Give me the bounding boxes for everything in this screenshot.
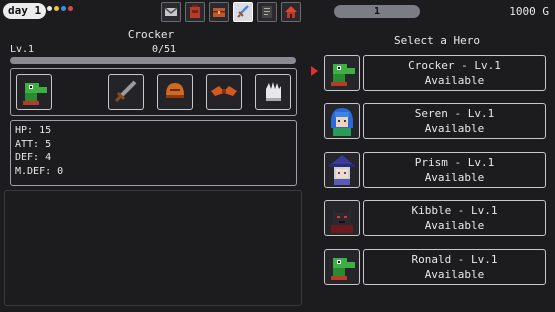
- stat-magic-defense: M.DEF: 0: [15, 165, 64, 177]
- hero-portrait-slot[interactable]: [16, 74, 52, 110]
- day-counter: day 1: [3, 3, 47, 19]
- wing-armor-icon: [211, 86, 237, 96]
- stats-panel: HP: 15 ATT: 5 DEF: 4 M.DEF: 0: [10, 120, 297, 186]
- stat-attack: ATT: 5: [15, 138, 52, 150]
- hero-portrait: [324, 249, 360, 285]
- detail-area-frame: [4, 190, 302, 306]
- hero-card[interactable]: Ronald - Lv.1 Available: [363, 249, 546, 285]
- status-dot-white: [47, 6, 52, 11]
- notebook-icon: [262, 6, 272, 18]
- hero-name-title: Crocker: [127, 28, 175, 41]
- hero-card-name: Ronald - Lv.1: [411, 253, 498, 266]
- hero-card-status: Available: [424, 122, 485, 135]
- hero-card[interactable]: Kibble - Lv.1 Available: [363, 200, 546, 236]
- tab-storage[interactable]: [209, 2, 229, 22]
- crocodile-portrait-icon: [23, 83, 47, 105]
- blue-hair-portrait-icon: [331, 108, 353, 136]
- dark-beast-portrait-icon: [331, 207, 353, 233]
- tab-town[interactable]: [281, 2, 301, 22]
- hero-portrait: [324, 103, 360, 139]
- tab-mail[interactable]: [161, 2, 181, 22]
- hero-card-status: Available: [424, 219, 485, 232]
- hero-xp-text: 0/51: [152, 44, 177, 55]
- status-dot-blue: [61, 6, 66, 11]
- selection-arrow-icon: [311, 66, 318, 76]
- helmet-icon: [166, 83, 184, 98]
- hero-card-name: Crocker - Lv.1: [408, 59, 501, 72]
- top-bar: day 1 1 1000 G: [0, 0, 555, 24]
- hero-card-status: Available: [424, 268, 485, 281]
- sword-icon: [237, 5, 249, 18]
- hero-list-item-ronald[interactable]: Ronald - Lv.1 Available: [324, 249, 546, 285]
- menu-tabs: [161, 2, 301, 22]
- equipment-slot-helmet[interactable]: [157, 74, 193, 110]
- sword-icon: [114, 80, 137, 103]
- equipment-slot-armor[interactable]: [206, 74, 242, 110]
- house-icon: [285, 6, 297, 18]
- equipment-slot-weapon[interactable]: [108, 74, 144, 110]
- hero-card-status: Available: [424, 74, 485, 87]
- select-hero-title: Select a Hero: [393, 34, 481, 47]
- chest-icon: [213, 8, 225, 17]
- hero-card-name: Prism - Lv.1: [414, 156, 495, 169]
- hero-list-item-kibble[interactable]: Kibble - Lv.1 Available: [324, 200, 546, 236]
- glove-icon: [266, 82, 281, 101]
- hero-list-item-prism[interactable]: Prism - Lv.1 Available: [324, 152, 546, 188]
- crocodile-portrait-icon: [331, 64, 355, 86]
- backpack-icon: [190, 5, 200, 18]
- tab-inventory[interactable]: [185, 2, 205, 22]
- witch-portrait-icon: [329, 155, 355, 185]
- status-dot-red: [68, 6, 73, 11]
- crocodile-portrait-icon: [331, 258, 355, 280]
- hero-card[interactable]: Crocker - Lv.1 Available: [363, 55, 546, 91]
- tab-heroes[interactable]: [233, 2, 253, 22]
- hero-level: Lv.1: [10, 44, 35, 55]
- hero-card-name: Kibble - Lv.1: [411, 204, 498, 217]
- mail-icon: [164, 7, 178, 16]
- hero-card[interactable]: Seren - Lv.1 Available: [363, 103, 546, 139]
- hero-portrait: [324, 152, 360, 188]
- equipment-panel: [10, 68, 297, 116]
- status-dot-yellow: [54, 6, 59, 11]
- hero-xp-bar: [10, 57, 296, 64]
- hero-portrait: [324, 200, 360, 236]
- day-progress-bar: 1: [334, 5, 420, 18]
- gold-counter: 1000 G: [509, 5, 549, 18]
- hero-portrait: [324, 55, 360, 91]
- stat-hp: HP: 15: [15, 125, 52, 136]
- hero-list-item-crocker[interactable]: Crocker - Lv.1 Available: [324, 55, 546, 91]
- hero-list-item-seren[interactable]: Seren - Lv.1 Available: [324, 103, 546, 139]
- hero-card-status: Available: [424, 171, 485, 184]
- stat-defense: DEF: 4: [15, 152, 52, 163]
- status-dots: [47, 6, 73, 11]
- hero-card[interactable]: Prism - Lv.1 Available: [363, 152, 546, 188]
- equipment-slot-gloves[interactable]: [255, 74, 291, 110]
- hero-card-name: Seren - Lv.1: [414, 107, 495, 120]
- tab-journal[interactable]: [257, 2, 277, 22]
